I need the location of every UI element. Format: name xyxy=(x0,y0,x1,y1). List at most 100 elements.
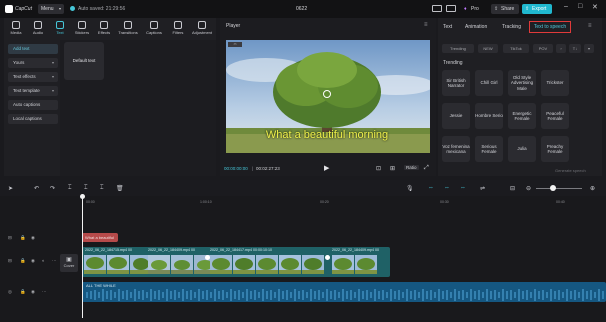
filter-pov[interactable]: POV xyxy=(533,44,553,53)
fit-icon[interactable]: ⊡ xyxy=(376,165,381,172)
main-track-magnet-icon[interactable]: ⇔ xyxy=(428,185,434,191)
pro-button[interactable]: ♦ Pro xyxy=(462,4,488,14)
tool-media[interactable]: Media xyxy=(6,19,26,39)
zoom-out-icon[interactable]: ⊖ xyxy=(526,185,531,192)
voice-card[interactable]: Sir British Narrator xyxy=(442,70,470,96)
nav-add-text[interactable]: Add text xyxy=(8,44,58,54)
audio-track-icon[interactable]: ◎ xyxy=(8,289,12,295)
more-icon[interactable]: ⋯ xyxy=(42,289,47,295)
export-button[interactable]: ⇧ Export xyxy=(522,4,552,14)
voice-card[interactable]: Serious Female xyxy=(475,136,503,162)
lock-icon[interactable]: 🔒 xyxy=(20,258,26,264)
nav-label: Local captions xyxy=(13,116,42,121)
tool-stickers[interactable]: Stickers xyxy=(72,19,92,39)
microphone-icon[interactable]: 🎙 xyxy=(406,185,414,192)
lock-icon[interactable]: 🔒 xyxy=(20,289,26,295)
eye-icon[interactable]: ◉ xyxy=(31,258,35,264)
tool-captions[interactable]: Captions xyxy=(144,19,164,39)
auto-snap-icon[interactable]: ⇔ xyxy=(444,185,450,191)
split-icon[interactable]: ⌶ xyxy=(68,185,72,192)
voice-card[interactable]: Jessie xyxy=(442,103,470,129)
tab-text[interactable]: Text xyxy=(443,24,452,30)
tool-label: Media xyxy=(10,30,22,35)
redo-icon[interactable]: ↷ xyxy=(50,185,55,192)
tool-text[interactable]: Text xyxy=(50,19,70,39)
current-time: 00:00:00:00 xyxy=(224,166,248,171)
fullscreen-icon[interactable]: ⤢ xyxy=(424,165,429,172)
nav-text-template[interactable]: Text template ▾ xyxy=(8,86,58,96)
linkage-icon[interactable]: ⇔ xyxy=(460,185,466,191)
tool-transitions[interactable]: Transitions xyxy=(118,19,138,39)
preview-axis-icon[interactable]: ⇌ xyxy=(480,185,485,192)
ratio-button[interactable]: Ratio xyxy=(404,165,419,170)
voice-card[interactable]: Energetic Female xyxy=(508,103,536,129)
more-icon[interactable]: ⋯ xyxy=(52,258,57,264)
video-track[interactable]: 2022_06_22_184715.mp4 00 2022_06_22_1844… xyxy=(82,247,390,277)
project-name[interactable]: 0622 xyxy=(296,6,307,12)
voice-card[interactable]: Hombre Serio xyxy=(475,103,503,129)
text-clip[interactable]: What a beautiful xyxy=(82,233,118,242)
voice-card[interactable]: Old Style Advertising Male xyxy=(508,70,536,96)
track-toggle-icon[interactable]: ⊟ xyxy=(8,235,12,241)
undo-icon[interactable]: ↶ xyxy=(34,185,39,192)
select-cursor-icon[interactable]: ➤ xyxy=(8,185,13,192)
transition-marker-icon[interactable] xyxy=(325,255,330,260)
voice-card[interactable]: Trickster xyxy=(541,70,569,96)
voice-card[interactable]: Peaceful Female xyxy=(541,103,569,129)
voice-card[interactable]: Voz femenina mexicana xyxy=(442,136,470,162)
share-button[interactable]: ⇪ Share xyxy=(491,4,519,14)
voice-card[interactable]: Preachy Female xyxy=(541,136,569,162)
nav-local-captions[interactable]: Local captions xyxy=(8,114,58,124)
volume-icon[interactable]: ◉ xyxy=(31,289,35,295)
transition-marker-icon[interactable] xyxy=(205,255,210,260)
voice-card[interactable]: Julia xyxy=(508,136,536,162)
tab-animation[interactable]: Animation xyxy=(465,24,487,30)
menu-button[interactable]: Menu ▾ xyxy=(38,4,64,14)
caption-overlay[interactable]: What a beautiful morning xyxy=(246,129,408,142)
filter-icon[interactable]: T↓ xyxy=(569,44,581,53)
volume-icon[interactable]: ◐ xyxy=(42,258,45,263)
more-icon[interactable]: ≡ xyxy=(588,23,592,29)
layout-icon[interactable] xyxy=(432,5,442,12)
maximize-icon[interactable]: □ xyxy=(578,3,582,10)
nav-yours[interactable]: Yours ▾ xyxy=(8,58,58,68)
zoom-slider-track[interactable] xyxy=(536,188,582,189)
nav-text-effects[interactable]: Text effects ▾ xyxy=(8,72,58,82)
tab-text-to-speech[interactable]: Text to speech xyxy=(529,21,571,33)
chevron-right-icon[interactable]: › xyxy=(556,44,566,53)
generate-speech-button[interactable]: Generate speech xyxy=(555,168,586,173)
tool-effects[interactable]: Effects xyxy=(94,19,114,39)
lock-icon[interactable]: 🔒 xyxy=(20,235,26,241)
zoom-in-icon[interactable]: ⊕ xyxy=(590,185,595,192)
split-left-icon[interactable]: ⌶ xyxy=(84,185,88,192)
nav-auto-captions[interactable]: Auto captions xyxy=(8,100,58,110)
zoom-slider-thumb[interactable] xyxy=(550,185,556,191)
tool-adjustment[interactable]: Adjustment xyxy=(192,19,212,39)
play-icon[interactable]: ▶ xyxy=(324,164,329,172)
caption-track-icon[interactable]: ⊟ xyxy=(510,185,515,192)
voice-card[interactable]: Chill Girl xyxy=(475,70,503,96)
close-icon[interactable]: ✕ xyxy=(592,3,598,11)
minimize-icon[interactable]: – xyxy=(564,3,568,10)
playhead-handle[interactable] xyxy=(80,194,85,199)
default-text-card[interactable]: Default text xyxy=(64,42,104,80)
more-icon[interactable]: ≡ xyxy=(424,22,428,28)
filter-tiktok[interactable]: TikTok xyxy=(503,44,529,53)
tool-audio[interactable]: Audio xyxy=(28,19,48,39)
tab-tracking[interactable]: Tracking xyxy=(502,24,521,30)
delete-icon[interactable]: 🗑 xyxy=(116,185,124,192)
eye-icon[interactable]: ◉ xyxy=(31,235,35,241)
shortcut-icon[interactable] xyxy=(446,5,456,12)
track-toggle-icon[interactable]: ⊟ xyxy=(8,258,12,264)
rotate-handle-icon[interactable] xyxy=(323,90,331,98)
tool-filters[interactable]: Filters xyxy=(168,19,188,39)
split-right-icon[interactable]: ⌶ xyxy=(100,185,104,192)
filter-trending[interactable]: Trending xyxy=(442,44,474,53)
chevron-down-icon: ▾ xyxy=(51,60,54,65)
crop-icon[interactable]: ⊞ xyxy=(390,165,395,172)
audio-track[interactable] xyxy=(82,282,606,302)
playhead[interactable] xyxy=(82,196,83,318)
chevron-down-icon[interactable]: ▾ xyxy=(584,44,594,53)
cover-button[interactable]: ▣ Cover xyxy=(60,254,78,272)
filter-new[interactable]: NEW xyxy=(478,44,498,53)
